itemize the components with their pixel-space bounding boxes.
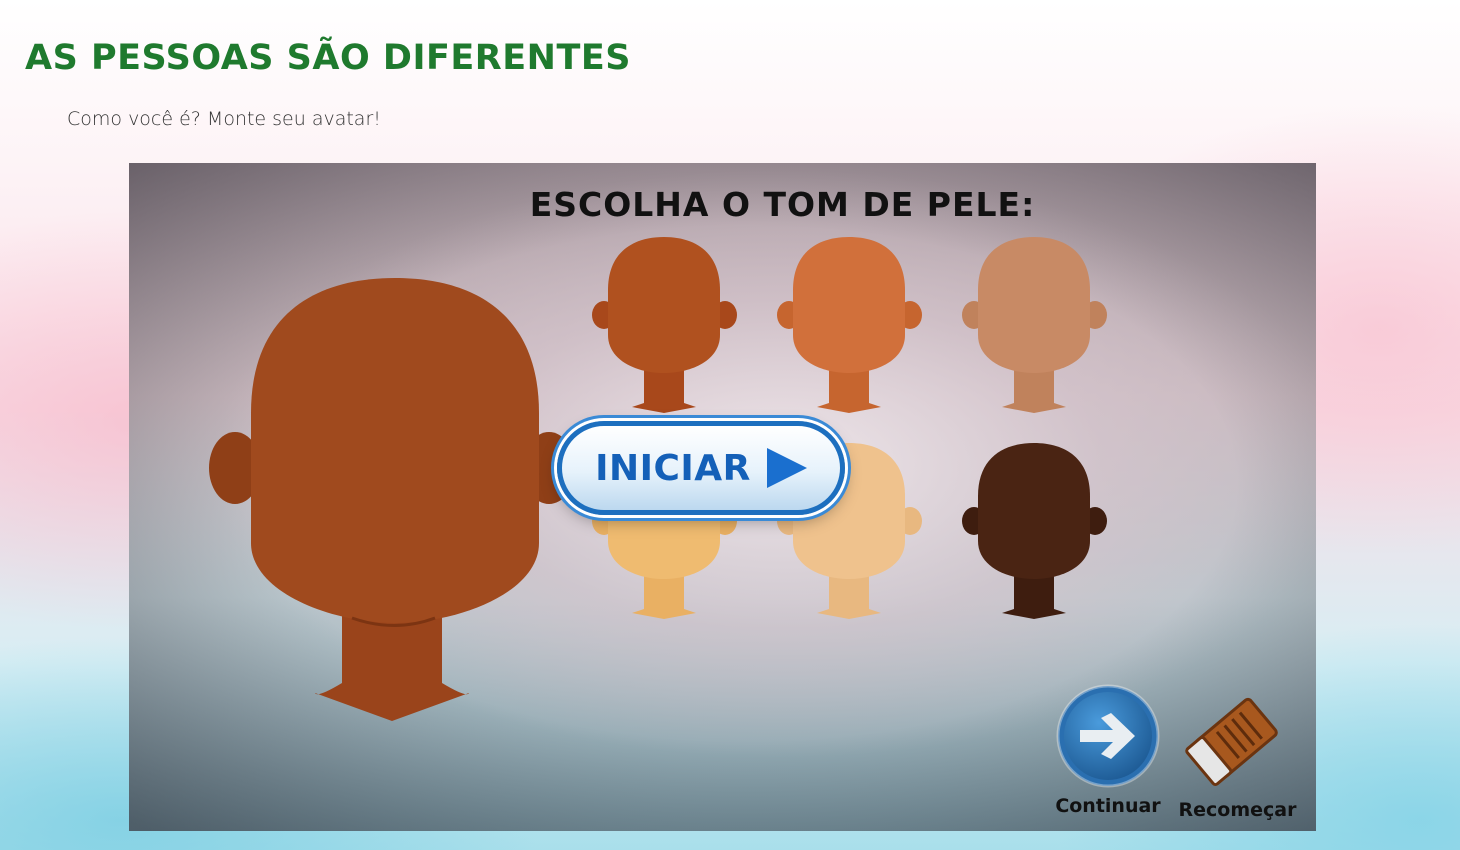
start-button-label: INICIAR [595, 447, 751, 489]
game-heading: ESCOLHA O TOM DE PELE: [529, 185, 1036, 224]
continue-label: Continuar [1055, 795, 1161, 817]
continue-button[interactable]: Continuar [1053, 683, 1163, 817]
arrow-right-icon [1056, 684, 1160, 788]
avatar-preview-shape [209, 278, 575, 721]
play-icon [766, 448, 807, 488]
restart-label: Recomeçar [1178, 799, 1297, 821]
skin-tone-2-option[interactable] [777, 235, 922, 413]
skin-tone-3-option[interactable] [962, 235, 1107, 413]
page-subtitle: Como você é? Monte seu avatar! [67, 108, 381, 130]
skin-tone-6-option[interactable] [962, 441, 1107, 619]
avatar-preview-head [209, 278, 575, 721]
skin-tone-1-option[interactable] [592, 235, 737, 413]
game-frame[interactable]: ESCOLHA O TOM DE PELE: INICIAR Continuar… [129, 163, 1316, 831]
page-title: AS PESSOAS SÃO DIFERENTES [25, 38, 631, 78]
restart-button[interactable]: Recomeçar [1175, 693, 1300, 821]
start-button[interactable]: INICIAR [557, 421, 845, 515]
eraser-icon [1184, 697, 1278, 786]
